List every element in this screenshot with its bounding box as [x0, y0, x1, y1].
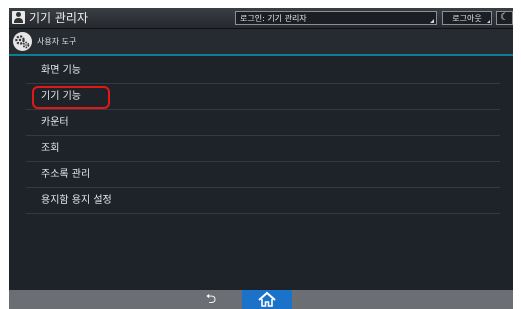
energy-saver-button[interactable]: ☾	[496, 11, 513, 25]
menu-item-address-book[interactable]: 주소록 관리	[26, 162, 500, 188]
menu-item-label: 조회	[41, 143, 60, 154]
home-icon	[258, 291, 276, 307]
back-button[interactable]: ⮌	[197, 290, 225, 309]
logout-label: 로그아웃	[452, 14, 482, 23]
login-status-button[interactable]: 로그인: 기기 관리자	[235, 11, 437, 25]
logout-button[interactable]: 로그아웃	[442, 11, 492, 25]
section-header: 사용자 도구	[9, 29, 513, 54]
section-title: 사용자 도구	[37, 37, 77, 46]
menu-item-counter[interactable]: 카운터	[26, 110, 500, 136]
moon-icon: ☾	[500, 12, 509, 23]
menu-list: 화면 기능 기기 기능 카운터 조회 주소록 관리 용지함 용지 설정	[26, 58, 500, 214]
menu-item-tray-paper-settings[interactable]: 용지함 용지 설정	[26, 188, 500, 214]
device-screen: 기기 관리자 로그인: 기기 관리자 로그아웃 ☾ 사용자 도구 화면 기능 기…	[9, 8, 513, 309]
menu-item-label: 주소록 관리	[41, 169, 91, 180]
home-button[interactable]	[242, 290, 292, 309]
menu-item-label: 용지함 용지 설정	[41, 195, 112, 206]
back-icon: ⮌	[205, 292, 217, 307]
menu-item-inquiry[interactable]: 조회	[26, 136, 500, 162]
menu-item-label: 카운터	[41, 117, 69, 128]
menu-item-label: 기기 기능	[41, 91, 81, 102]
login-status-label: 로그인: 기기 관리자	[240, 14, 307, 23]
app-title: 기기 관리자	[29, 11, 89, 25]
user-icon	[12, 11, 25, 24]
corner-mark-icon	[430, 19, 434, 23]
bottom-bar: ⮌	[9, 290, 513, 309]
corner-mark-icon	[487, 20, 490, 23]
menu-item-screen-features[interactable]: 화면 기능	[26, 58, 500, 84]
menu-item-machine-features[interactable]: 기기 기능	[26, 84, 500, 110]
header-divider	[9, 54, 513, 56]
top-bar: 기기 관리자 로그인: 기기 관리자 로그아웃 ☾	[9, 8, 513, 29]
menu-item-label: 화면 기능	[41, 65, 81, 76]
gear-icon	[13, 32, 32, 51]
